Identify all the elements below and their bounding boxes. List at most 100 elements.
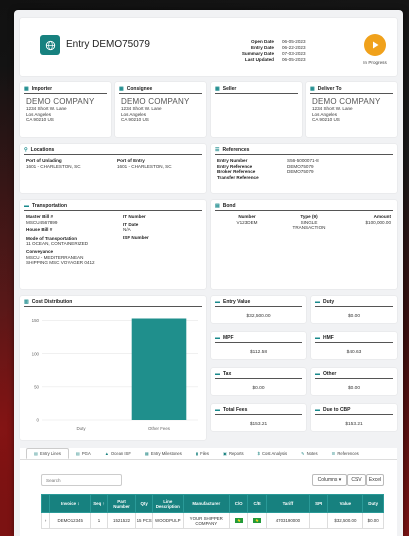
cell-duty: $0.00 — [362, 512, 384, 529]
x-tick-label: Duty — [76, 426, 86, 431]
fee-label: Entry Value — [223, 299, 251, 305]
locations-title: Locations — [30, 147, 55, 153]
tab-entry-lines[interactable]: ▤ Entry Lines — [26, 448, 69, 459]
importer-address-3: CA 90210 US — [26, 117, 54, 123]
tab-label: Cost Analysis — [261, 450, 288, 456]
expand-column — [40, 494, 51, 513]
expand-row-icon[interactable]: › — [40, 512, 51, 529]
tab-notes[interactable]: ✎ Notes — [294, 448, 324, 459]
column-manufacturer[interactable]: Manufacturer — [182, 494, 230, 513]
tab-files[interactable]: ▮ Files — [189, 448, 216, 459]
column-invoice[interactable]: Invoice ↕ — [49, 494, 92, 513]
column-spi[interactable]: SPI — [308, 494, 329, 513]
column-tariff[interactable]: Tariff — [265, 494, 310, 513]
locations-card: ⚲ Locations Port of Unlading 1601 - CHARL… — [20, 144, 206, 193]
column-co[interactable]: C/O — [228, 494, 249, 513]
fee-value: $153.21 — [345, 422, 363, 427]
entry-detail-panel: ▤ Entry Lines ▤ PGA ▲ Ocean ISF ▦ Entry Mile… — [20, 448, 397, 536]
table-header-row: Invoice ↕ Seq ↑ Part Number Qty Line Des… — [40, 494, 384, 513]
csv-button[interactable]: CSV — [347, 474, 366, 486]
last-updated-label: Last Updated — [244, 57, 274, 62]
fee-value: $153.21 — [249, 422, 268, 427]
tab-entry-milestones[interactable]: ▦ Entry Milestones — [138, 448, 189, 459]
bond-type-value-2: TRANSACTION — [292, 225, 326, 231]
money-icon: ▬ — [315, 371, 320, 377]
date-summary: Open Date 06-05-2023 Entry Date 06-22-2023… — [220, 39, 306, 63]
cell-invoice: DEMO12345 — [49, 512, 92, 529]
references-card: ☰ References Entry Number S56-5000071-8 En… — [211, 144, 397, 193]
cell-seq: 1 — [90, 512, 108, 529]
column-line-description[interactable]: Line Description — [151, 494, 184, 513]
truck-icon: ▬ — [24, 203, 29, 209]
column-duty[interactable]: Duty — [362, 494, 384, 513]
consignee-address-3: CA 90210 US — [121, 117, 149, 123]
columns-button[interactable]: Columns ▾ — [312, 474, 347, 486]
master-bill-value: MSCU4567899 — [26, 219, 58, 225]
bar-chart-icon: ▥ — [24, 299, 29, 305]
money-icon: ▬ — [315, 407, 320, 413]
list-icon: ☰ — [215, 147, 220, 153]
tab-references[interactable]: ☰ References — [325, 448, 366, 459]
house-bill-label: House Bill # — [26, 227, 53, 233]
seller-card: ▦ Seller — [211, 82, 302, 137]
note-icon: ✎ — [301, 450, 305, 456]
entry-header: Entry DEMO75079 Open Date 06-05-2023 Entr… — [20, 18, 397, 76]
transportation-card: ▬ Transportation Master Bill # MSCU456789… — [20, 200, 206, 289]
tab-reports[interactable]: ▣ Reports — [216, 448, 251, 459]
tab-label: Entry Lines — [39, 450, 61, 456]
deliver-to-card: ▦ Deliver To DEMO COMPANY 1234 Short W. L… — [306, 82, 397, 137]
building-icon: ▦ — [24, 86, 29, 92]
entry-lines-table: Invoice ↕ Seq ↑ Part Number Qty Line Des… — [40, 494, 384, 529]
fee-label: Duty — [323, 299, 335, 305]
column-part-number[interactable]: Part Number — [106, 494, 137, 513]
status-play-icon[interactable] — [364, 34, 386, 56]
consignee-card: ▦ Consignee DEMO COMPANY 1234 Short W. La… — [115, 82, 206, 137]
fee-card: ▬ HMF $40.63 — [311, 332, 397, 359]
bond-icon: ▤ — [215, 203, 220, 209]
column-value[interactable]: Value — [327, 494, 364, 513]
importer-card: ▦ Importer DEMO COMPANY 1234 Short W. Lan… — [20, 82, 111, 137]
bond-amount-value: $100,000.00 — [365, 219, 391, 225]
bond-number-value: V123DEM — [236, 219, 258, 225]
fee-card: ▬ Total Fees $153.21 — [211, 404, 306, 431]
cost-distribution-card: ▥ Cost Distribution 0 50 100 150 Duty Other Fe… — [20, 296, 206, 440]
column-ce[interactable]: C/E — [247, 494, 267, 513]
fee-card: ▬ MPF $112.58 — [211, 332, 306, 359]
last-updated-value: 06-05-2023 — [282, 57, 306, 62]
tab-cost-analysis[interactable]: $ Cost Analysis — [251, 448, 294, 459]
tab-ocean-isf[interactable]: ▲ Ocean ISF — [98, 448, 138, 459]
cell-tariff[interactable]: 4703190000 — [265, 512, 310, 529]
importer-title: Importer — [31, 86, 53, 92]
status-label: In Progress — [363, 60, 387, 65]
tab-pga[interactable]: ▤ PGA — [69, 448, 98, 459]
fee-value: $112.58 — [250, 350, 267, 355]
column-qty[interactable]: Qty — [135, 494, 153, 513]
column-seq[interactable]: Seq ↑ — [90, 494, 108, 513]
search-input[interactable] — [41, 474, 122, 486]
fee-value: $40.63 — [346, 350, 362, 355]
mode-value: 11 OCEAN, CONTAINERIZED — [26, 241, 89, 247]
excel-button[interactable]: Excel — [366, 474, 384, 486]
bond-card: ▤ Bond Number V123DEM Type (9) SINGLE TRA… — [211, 200, 397, 289]
port-unlading-value: 1601 - CHARLESTON, SC — [26, 163, 81, 169]
bar-other-fees[interactable] — [131, 318, 187, 420]
fee-label: Due to CBP — [323, 407, 351, 413]
money-icon: ▬ — [215, 335, 220, 341]
page-title: Entry DEMO75079 — [66, 39, 150, 50]
x-tick-label: Other Fees — [148, 426, 171, 431]
cell-manufacturer[interactable]: YOUR SHIPPER COMPANY — [182, 512, 230, 529]
fee-card: ▬ Other $0.00 — [311, 368, 397, 395]
tab-label: Notes — [306, 450, 318, 456]
globe-icon — [40, 35, 60, 55]
document-icon: ▤ — [75, 450, 80, 456]
cost-distribution-title: Cost Distribution — [31, 299, 73, 305]
brazil-flag-icon — [253, 517, 262, 523]
money-icon: ▬ — [315, 299, 320, 305]
money-icon: ▬ — [215, 371, 220, 377]
table-row[interactable]: › DEMO12345 1 1521522 15 PCS WOODPULP YO… — [40, 512, 384, 529]
location-pin-icon: ⚲ — [24, 147, 28, 153]
cell-qty: 15 PCS — [135, 512, 153, 529]
ship-icon: ▲ — [104, 450, 109, 456]
transfer-reference-label: Transfer Reference — [217, 174, 259, 180]
entry-page: Entry DEMO75079 Open Date 06-05-2023 Entr… — [14, 10, 403, 536]
